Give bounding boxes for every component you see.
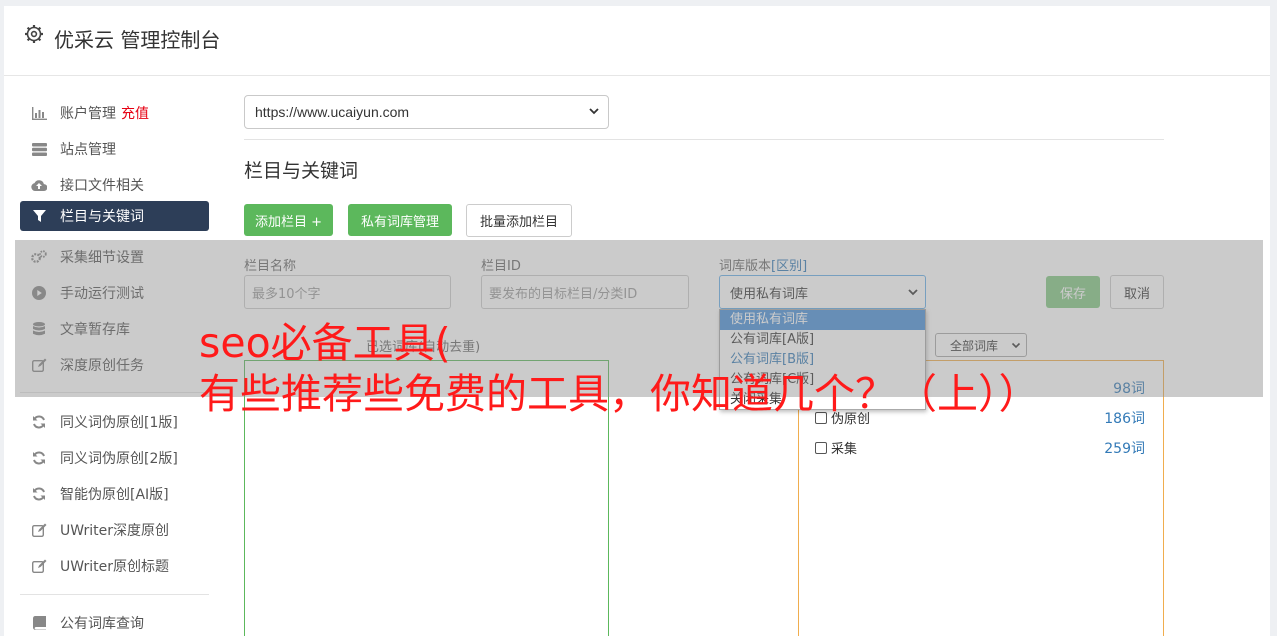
sidebar-item-ai-rewrite[interactable]: 智能伪原创[AI版]	[20, 479, 209, 509]
server-icon	[31, 141, 47, 157]
filter-icon	[31, 208, 47, 224]
library-item[interactable]: 采集	[815, 438, 857, 457]
refresh-icon	[31, 414, 47, 430]
recharge-link[interactable]: 充值	[121, 103, 149, 123]
sidebar-item-synonym-v1[interactable]: 同义词伪原创[1版]	[20, 407, 209, 437]
private-lib-button[interactable]: 私有词库管理	[348, 204, 452, 236]
sidebar-item-sites[interactable]: 站点管理	[20, 134, 209, 164]
sidebar-item-label: 站点管理	[60, 142, 116, 158]
sidebar-item-label: 同义词伪原创[2版]	[60, 451, 178, 467]
sidebar-item-columns-keywords[interactable]: 栏目与关键词	[20, 201, 209, 231]
edit-icon	[31, 522, 47, 538]
sidebar-item-label: 公有词库查询	[60, 616, 144, 632]
refresh-icon	[31, 486, 47, 502]
sidebar-item-label: 智能伪原创[AI版]	[60, 487, 169, 503]
checkbox[interactable]	[815, 441, 827, 454]
divider	[244, 139, 1164, 140]
app-title: 优采云 管理控制台	[54, 28, 221, 52]
sidebar-item-uwriter-title[interactable]: UWriter原创标题	[20, 551, 209, 581]
sidebar-item-label: 接口文件相关	[60, 178, 144, 194]
batch-add-button[interactable]: 批量添加栏目	[466, 204, 572, 237]
chevron-down-icon	[589, 108, 599, 115]
sidebar-item-label: UWriter深度原创	[60, 523, 169, 539]
sidebar-item-account[interactable]: 账户管理 充值	[20, 98, 209, 128]
site-select-value: https://www.ucaiyun.com	[255, 104, 410, 120]
sidebar-item-label: UWriter原创标题	[60, 559, 169, 575]
bar-chart-icon	[31, 105, 47, 121]
section-title: 栏目与关键词	[244, 160, 359, 182]
overlay-line-1: seo必备工具(	[199, 319, 451, 367]
sidebar-item-uwriter-deep[interactable]: UWriter深度原创	[20, 515, 209, 545]
sidebar-item-public-lib[interactable]: 公有词库查询	[20, 608, 209, 636]
overlay-headline: seo必备工具( 有些推荐些免费的工具，你知道几个？（上））	[199, 318, 1040, 420]
sidebar-item-api-files[interactable]: 接口文件相关	[20, 170, 209, 200]
add-column-button[interactable]: 添加栏目 +	[244, 204, 333, 236]
overlay-line-2: 有些推荐些免费的工具，你知道几个？（上））	[199, 369, 1040, 418]
book-icon	[31, 615, 47, 631]
library-count: 259词	[1104, 441, 1145, 457]
site-select[interactable]: https://www.ucaiyun.com	[244, 95, 609, 129]
edit-icon	[31, 558, 47, 574]
sidebar-item-label: 同义词伪原创[1版]	[60, 415, 178, 431]
sidebar-item-label: 栏目与关键词	[60, 209, 144, 225]
library-count: 186词	[1104, 411, 1145, 427]
cloud-upload-icon	[31, 177, 47, 193]
sidebar-divider	[20, 594, 209, 595]
sidebar-item-label: 账户管理	[60, 106, 116, 122]
title-bar: 优采云 管理控制台	[4, 6, 1270, 76]
refresh-icon	[31, 450, 47, 466]
sidebar-item-synonym-v2[interactable]: 同义词伪原创[2版]	[20, 443, 209, 473]
library-name: 采集	[831, 442, 858, 457]
gear-icon	[25, 25, 43, 43]
